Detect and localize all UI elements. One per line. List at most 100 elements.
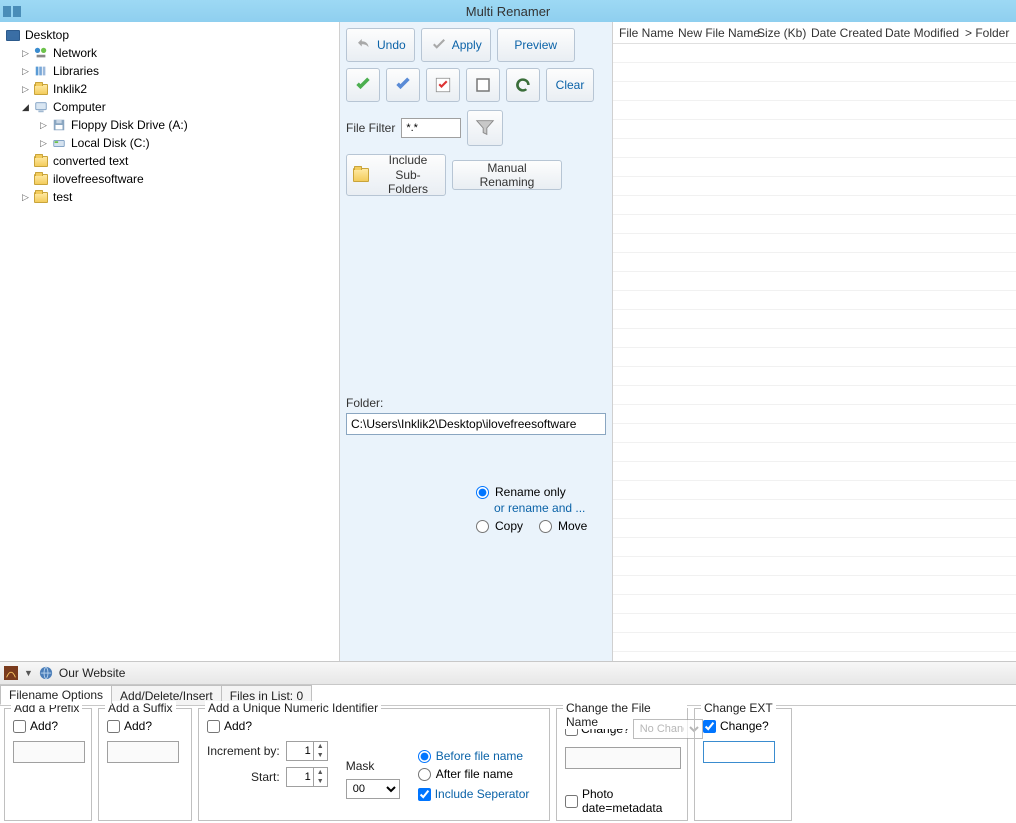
col-folder[interactable]: > Folder: [959, 22, 1009, 43]
check-green-button[interactable]: [346, 68, 380, 102]
check-blue-button[interactable]: [386, 68, 420, 102]
tree-item-floppy[interactable]: ▷ Floppy Disk Drive (A:): [2, 116, 337, 134]
folder-icon: [33, 82, 49, 96]
group-numeric-identifier: Add a Unique Numeric Identifier Add? Inc…: [198, 708, 550, 821]
tree-label: Libraries: [53, 64, 99, 78]
collapse-icon[interactable]: ◢: [20, 102, 31, 113]
filter-apply-button[interactable]: [467, 110, 503, 146]
disk-icon: [51, 136, 67, 150]
tree-item-folder[interactable]: ilovefreesoftware: [2, 170, 337, 188]
tree-label: Desktop: [25, 28, 69, 42]
funnel-icon: [474, 117, 496, 139]
tree-item-localdisk[interactable]: ▷ Local Disk (C:): [2, 134, 337, 152]
mask-select[interactable]: 00: [346, 779, 400, 799]
spin-down-icon[interactable]: ▼: [314, 777, 327, 786]
expand-icon[interactable]: ▷: [20, 48, 31, 59]
desktop-icon: [5, 28, 21, 42]
expand-icon[interactable]: ▷: [20, 192, 31, 203]
manual-renaming-button[interactable]: Manual Renaming: [452, 160, 562, 190]
window-sysicons: [3, 6, 21, 17]
rename-or-label: or rename and ...: [494, 501, 606, 515]
photo-metadata-checkbox[interactable]: [565, 795, 578, 808]
copy-radio[interactable]: [476, 520, 489, 533]
app-icon: [2, 665, 20, 681]
rename-only-radio[interactable]: [476, 486, 489, 499]
folder-label: Folder:: [346, 396, 606, 410]
move-label: Move: [558, 519, 587, 533]
numeric-add-checkbox[interactable]: [207, 720, 220, 733]
square-icon: [474, 76, 492, 94]
suffix-add-checkbox[interactable]: [107, 720, 120, 733]
dropdown-icon[interactable]: ▼: [24, 668, 33, 678]
spin-up-icon[interactable]: ▲: [314, 768, 327, 777]
main-area: Desktop ▷ Network ▷ Libraries ▷ Inklik2 …: [0, 22, 1016, 661]
prefix-input[interactable]: [13, 741, 85, 763]
group-change-ext: Change EXT Change?: [694, 708, 792, 821]
titlebar: Multi Renamer: [0, 0, 1016, 22]
spin-up-icon[interactable]: ▲: [314, 742, 327, 751]
tree-item-user[interactable]: ▷ Inklik2: [2, 80, 337, 98]
refresh-button[interactable]: [506, 68, 540, 102]
prefix-add-checkbox[interactable]: [13, 720, 26, 733]
square-button[interactable]: [466, 68, 500, 102]
tree-item-folder[interactable]: converted text: [2, 152, 337, 170]
include-separator-checkbox[interactable]: [418, 788, 431, 801]
before-filename-radio[interactable]: [418, 750, 431, 763]
tree-label: converted text: [53, 154, 128, 168]
checkbox-icon: [434, 76, 452, 94]
move-radio[interactable]: [539, 520, 552, 533]
increment-label: Increment by:: [207, 744, 280, 758]
tree-item-folder[interactable]: ▷ test: [2, 188, 337, 206]
tree-item-computer[interactable]: ◢ Computer: [2, 98, 337, 116]
folder-icon: [33, 190, 49, 204]
after-filename-radio[interactable]: [418, 768, 431, 781]
tree-item-libraries[interactable]: ▷ Libraries: [2, 62, 337, 80]
apply-button[interactable]: Apply: [421, 28, 491, 62]
expand-icon[interactable]: ▷: [20, 66, 31, 77]
tree-item-network[interactable]: ▷ Network: [2, 44, 337, 62]
tree-label: Floppy Disk Drive (A:): [71, 118, 188, 132]
status-bar: ▼ Our Website: [0, 661, 1016, 684]
folder-icon: [33, 172, 49, 186]
col-newfilename[interactable]: New File Name: [672, 22, 751, 43]
include-subfolders-button[interactable]: IncludeSub-Folders: [346, 154, 446, 196]
apply-icon: [430, 36, 448, 54]
col-size[interactable]: Size (Kb): [751, 22, 805, 43]
expand-icon[interactable]: ▷: [38, 138, 49, 149]
start-spinner[interactable]: ▲▼: [286, 767, 328, 787]
change-filename-select[interactable]: No Change: [633, 719, 703, 739]
tree-label: Computer: [53, 100, 106, 114]
col-datemodified[interactable]: Date Modified: [879, 22, 959, 43]
website-link[interactable]: Our Website: [59, 666, 125, 680]
tree-label: Network: [53, 46, 97, 60]
col-filename[interactable]: File Name: [613, 22, 672, 43]
col-datecreated[interactable]: Date Created: [805, 22, 879, 43]
checkbox-red-button[interactable]: [426, 68, 460, 102]
filename-options-panel: Add a Prefix Add? Add a Suffix Add? Add …: [0, 705, 1016, 823]
change-ext-checkbox[interactable]: [703, 720, 716, 733]
legend-suffix: Add a Suffix: [105, 701, 176, 715]
grid-header: File Name New File Name Size (Kb) Date C…: [613, 22, 1016, 44]
libraries-icon: [33, 64, 49, 78]
change-ext-input[interactable]: [703, 741, 775, 763]
suffix-input[interactable]: [107, 741, 179, 763]
expand-icon[interactable]: ▷: [38, 120, 49, 131]
rename-only-label: Rename only: [495, 485, 566, 499]
spin-down-icon[interactable]: ▼: [314, 751, 327, 760]
check-icon: [393, 75, 413, 95]
undo-button[interactable]: Undo: [346, 28, 415, 62]
folder-tree[interactable]: Desktop ▷ Network ▷ Libraries ▷ Inklik2 …: [0, 22, 340, 661]
change-filename-input[interactable]: [565, 747, 681, 769]
tree-root-desktop[interactable]: Desktop: [2, 26, 337, 44]
increment-spinner[interactable]: ▲▼: [286, 741, 328, 761]
expand-spacer: [20, 156, 31, 167]
tab-filename-options[interactable]: Filename Options: [0, 685, 112, 705]
expand-icon[interactable]: ▷: [20, 84, 31, 95]
preview-button[interactable]: Preview: [497, 28, 575, 62]
group-change-filename: Change the File Name Change? No Change P…: [556, 708, 688, 821]
file-filter-input[interactable]: [401, 118, 461, 138]
globe-icon: [37, 665, 55, 681]
folder-path-input[interactable]: [346, 413, 606, 435]
file-grid[interactable]: File Name New File Name Size (Kb) Date C…: [613, 22, 1016, 661]
clear-button[interactable]: Clear: [546, 68, 594, 102]
